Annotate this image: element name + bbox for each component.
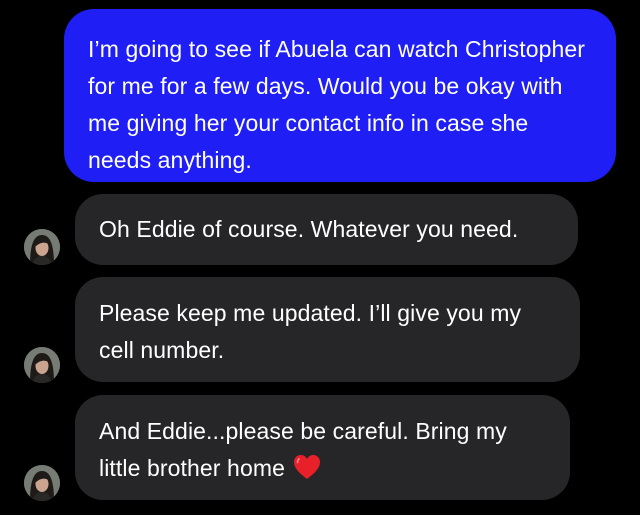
- incoming-message-text: Oh Eddie of course. Whatever you need.: [99, 216, 519, 242]
- avatar-photo-icon: [24, 465, 60, 501]
- red-heart-icon: [293, 454, 321, 491]
- incoming-message-bubble[interactable]: And Eddie...please be careful. Bring my …: [75, 395, 570, 500]
- incoming-message-bubble[interactable]: Oh Eddie of course. Whatever you need.: [75, 194, 578, 265]
- message-thread: I’m going to see if Abuela can watch Chr…: [0, 0, 640, 515]
- incoming-message-text: Please keep me updated. I’ll give you my…: [99, 300, 522, 363]
- contact-avatar[interactable]: [24, 347, 60, 383]
- incoming-message-bubble[interactable]: Please keep me updated. I’ll give you my…: [75, 277, 580, 382]
- outgoing-message-bubble[interactable]: I’m going to see if Abuela can watch Chr…: [64, 9, 616, 182]
- outgoing-message-text: I’m going to see if Abuela can watch Chr…: [88, 36, 586, 173]
- avatar-photo-icon: [24, 347, 60, 383]
- avatar-photo-icon: [24, 229, 60, 265]
- contact-avatar[interactable]: [24, 229, 60, 265]
- contact-avatar[interactable]: [24, 465, 60, 501]
